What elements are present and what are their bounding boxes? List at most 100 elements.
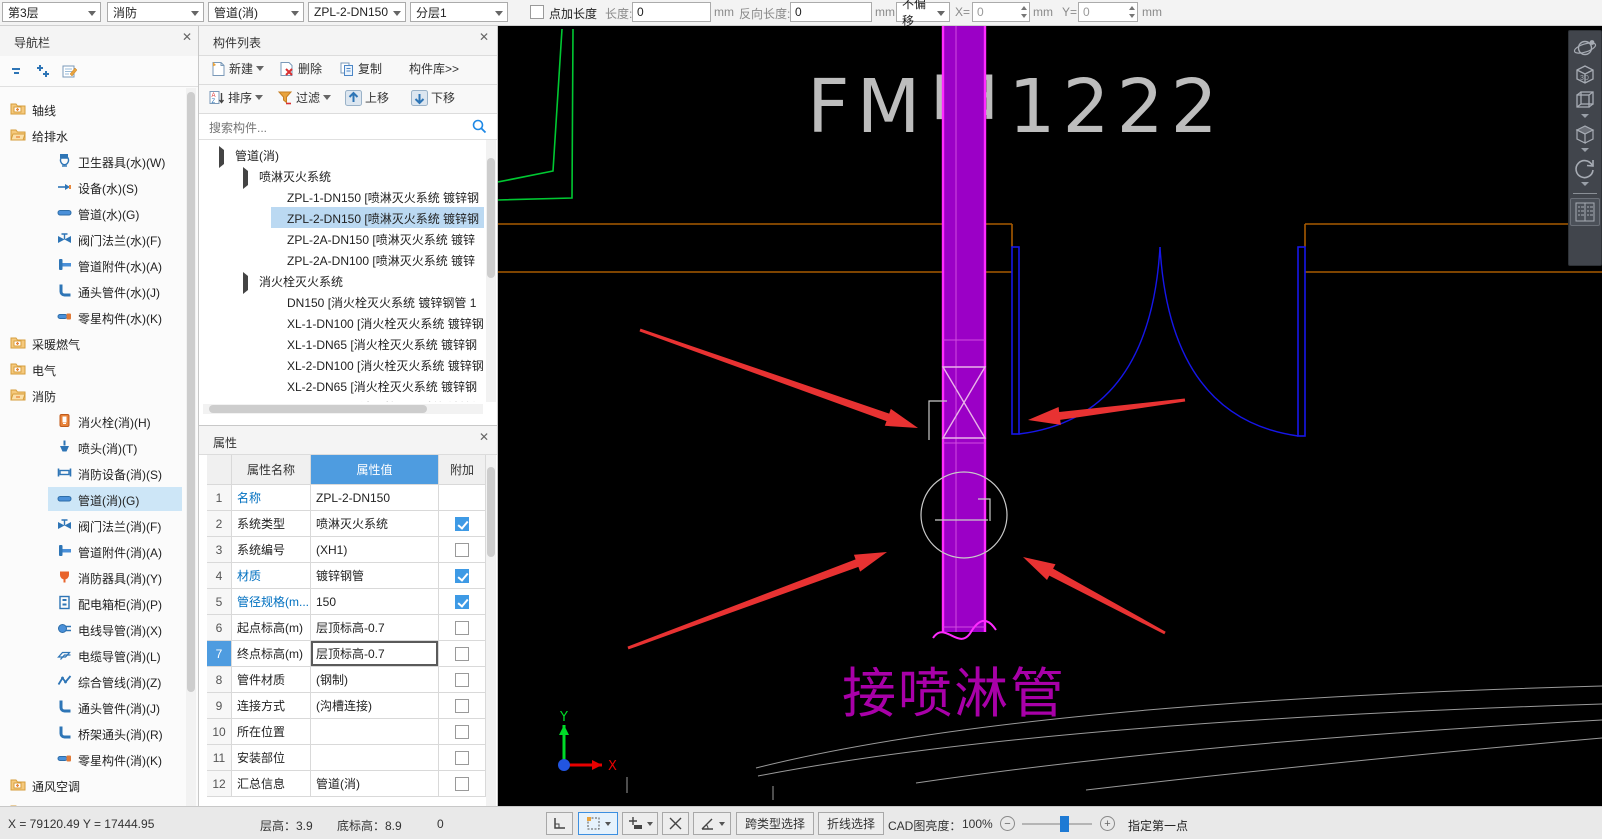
- cross-select-button[interactable]: [662, 812, 689, 835]
- component-tree-item-7[interactable]: DN150 [消火栓灭火系统 镀锌钢管 1: [199, 291, 486, 312]
- sidebar-item-5[interactable]: 阀门法兰(水)(F): [0, 226, 186, 252]
- close-icon[interactable]: ✕: [182, 30, 192, 44]
- sidebar-item-14[interactable]: 消防设备(消)(S): [0, 460, 186, 486]
- property-value[interactable]: ZPL-2-DN150: [311, 485, 439, 511]
- sidebar-item-16[interactable]: 阀门法兰(消)(F): [0, 512, 186, 538]
- chevron-down-icon[interactable]: [1581, 182, 1589, 186]
- component-tree-hscrollbar[interactable]: [203, 404, 483, 414]
- property-value[interactable]: 150: [311, 589, 439, 615]
- component-tree-item-8[interactable]: XL-1-DN100 [消火栓灭火系统 镀锌钢: [199, 312, 486, 333]
- reverse-length-input[interactable]: [790, 2, 872, 22]
- rotate-view-icon[interactable]: [1571, 155, 1599, 181]
- view-3d-icon[interactable]: 3D: [1571, 61, 1599, 87]
- y-offset-spinner[interactable]: [1126, 3, 1137, 21]
- checkbox-checked[interactable]: [455, 517, 469, 531]
- wireframe-view-icon[interactable]: [1571, 87, 1599, 113]
- length-input[interactable]: [632, 2, 711, 22]
- chevron-down-icon[interactable]: [1581, 114, 1589, 118]
- point-add-length-checkbox[interactable]: [530, 5, 544, 19]
- sidebar-item-8[interactable]: 零星构件(水)(K): [0, 304, 186, 330]
- new-button[interactable]: 新建: [211, 60, 264, 77]
- checkbox-unchecked[interactable]: [455, 699, 469, 713]
- properties-vscrollbar[interactable]: [486, 455, 496, 806]
- checkbox-checked[interactable]: [455, 569, 469, 583]
- element-type-dropdown[interactable]: 管道(消): [208, 2, 304, 22]
- sidebar-item-12[interactable]: 消火栓(消)(H): [0, 408, 186, 434]
- component-tree-item-6[interactable]: 消火栓灭火系统: [199, 270, 486, 291]
- sidebar-item-25[interactable]: 零星构件(消)(K): [0, 746, 186, 772]
- sidebar-item-22[interactable]: 综合管线(消)(Z): [0, 668, 186, 694]
- close-icon[interactable]: ✕: [479, 430, 489, 444]
- brightness-slider-track[interactable]: [1022, 823, 1092, 825]
- component-dropdown[interactable]: ZPL-2-DN150: [308, 2, 406, 22]
- property-value[interactable]: 层顶标高-0.7: [311, 641, 439, 667]
- sidebar-item-1[interactable]: 给排水: [0, 122, 186, 148]
- sidebar-item-18[interactable]: 消防器具(消)(Y): [0, 564, 186, 590]
- angle-select-button[interactable]: [693, 812, 731, 835]
- component-tree-item-4[interactable]: ZPL-2A-DN150 [喷淋灭火系统 镀锌: [199, 228, 486, 249]
- checkbox-unchecked[interactable]: [455, 673, 469, 687]
- component-tree-item-5[interactable]: ZPL-2A-DN100 [喷淋灭火系统 镀锌: [199, 249, 486, 270]
- brightness-plus-button[interactable]: +: [1100, 816, 1115, 831]
- sidebar-item-3[interactable]: 设备(水)(S): [0, 174, 186, 200]
- search-icon[interactable]: [472, 119, 487, 137]
- brightness-slider-handle[interactable]: [1060, 816, 1069, 832]
- move-up-button[interactable]: 上移: [345, 89, 389, 106]
- orbit-view-icon[interactable]: [1571, 35, 1599, 61]
- specialty-dropdown[interactable]: 消防: [107, 2, 204, 22]
- collapse-all-icon[interactable]: [10, 64, 25, 79]
- component-tree-item-2[interactable]: ZPL-1-DN150 [喷淋灭火系统 镀锌钢: [199, 186, 486, 207]
- chevron-down-icon[interactable]: [1581, 148, 1589, 152]
- edit-note-icon[interactable]: [62, 64, 77, 79]
- checkbox-unchecked[interactable]: [455, 751, 469, 765]
- sidebar-item-17[interactable]: 管道附件(消)(A): [0, 538, 186, 564]
- sidebar-item-4[interactable]: 管道(水)(G): [0, 200, 186, 226]
- property-value[interactable]: [311, 745, 439, 771]
- ortho-mode-button[interactable]: [546, 812, 573, 835]
- expand-arrow-icon[interactable]: [243, 276, 248, 290]
- checkbox-unchecked[interactable]: [455, 543, 469, 557]
- sidebar-item-9[interactable]: 采暖燃气: [0, 330, 186, 356]
- checkbox-unchecked[interactable]: [455, 647, 469, 661]
- cad-canvas[interactable]: FM甲1222接喷淋管YX 3D: [498, 26, 1602, 806]
- checkbox-unchecked[interactable]: [455, 725, 469, 739]
- sidebar-item-23[interactable]: 通头管件(消)(J): [0, 694, 186, 720]
- x-offset-spinner[interactable]: [1018, 3, 1029, 21]
- display-settings-icon[interactable]: [1570, 198, 1600, 226]
- library-button[interactable]: 构件库>>: [409, 60, 459, 77]
- component-tree-item-3[interactable]: ZPL-2-DN150 [喷淋灭火系统 镀锌钢: [199, 207, 486, 228]
- expand-arrow-icon[interactable]: [219, 150, 224, 164]
- sidebar-item-24[interactable]: 桥架通头(消)(R): [0, 720, 186, 746]
- property-value[interactable]: 层顶标高-0.7: [311, 615, 439, 641]
- brightness-minus-button[interactable]: −: [1000, 816, 1015, 831]
- cross-type-select-button[interactable]: 跨类型选择: [736, 812, 814, 835]
- move-down-button[interactable]: 下移: [411, 89, 455, 106]
- property-value[interactable]: 镀锌钢管: [311, 563, 439, 589]
- sidebar-item-13[interactable]: 喷头(消)(T): [0, 434, 186, 460]
- property-value[interactable]: 喷淋灭火系统: [311, 511, 439, 537]
- sidebar-item-27[interactable]: 智控弱电: [0, 798, 186, 806]
- sidebar-item-11[interactable]: 消防: [0, 382, 186, 408]
- checkbox-checked[interactable]: [455, 595, 469, 609]
- search-input[interactable]: [207, 117, 466, 139]
- sidebar-item-20[interactable]: 电线导管(消)(X): [0, 616, 186, 642]
- layer-dropdown[interactable]: 分层1: [410, 2, 508, 22]
- property-value[interactable]: (XH1): [311, 537, 439, 563]
- sidebar-item-7[interactable]: 通头管件(水)(J): [0, 278, 186, 304]
- sidebar-item-21[interactable]: 电缆导管(消)(L): [0, 642, 186, 668]
- component-tree-item-9[interactable]: XL-1-DN65 [消火栓灭火系统 镀锌钢: [199, 333, 486, 354]
- point-snap-button[interactable]: [622, 812, 658, 835]
- navigation-scrollbar[interactable]: [186, 88, 196, 806]
- checkbox-unchecked[interactable]: [455, 777, 469, 791]
- component-tree-vscrollbar[interactable]: [486, 140, 496, 402]
- offset-dropdown[interactable]: 不偏移: [896, 2, 950, 22]
- rect-select-button[interactable]: [578, 812, 618, 835]
- component-tree-item-12[interactable]: XL-3-DN100 [消火栓灭火系统 镀锌钢: [199, 396, 486, 402]
- sidebar-item-26[interactable]: 通风空调: [0, 772, 186, 798]
- copy-button[interactable]: 复制: [339, 60, 382, 77]
- expand-all-icon[interactable]: [36, 64, 51, 79]
- component-tree-item-10[interactable]: XL-2-DN100 [消火栓灭火系统 镀锌钢: [199, 354, 486, 375]
- polyline-select-button[interactable]: 折线选择: [818, 812, 884, 835]
- property-value[interactable]: [311, 719, 439, 745]
- property-value[interactable]: 管道(消): [311, 771, 439, 797]
